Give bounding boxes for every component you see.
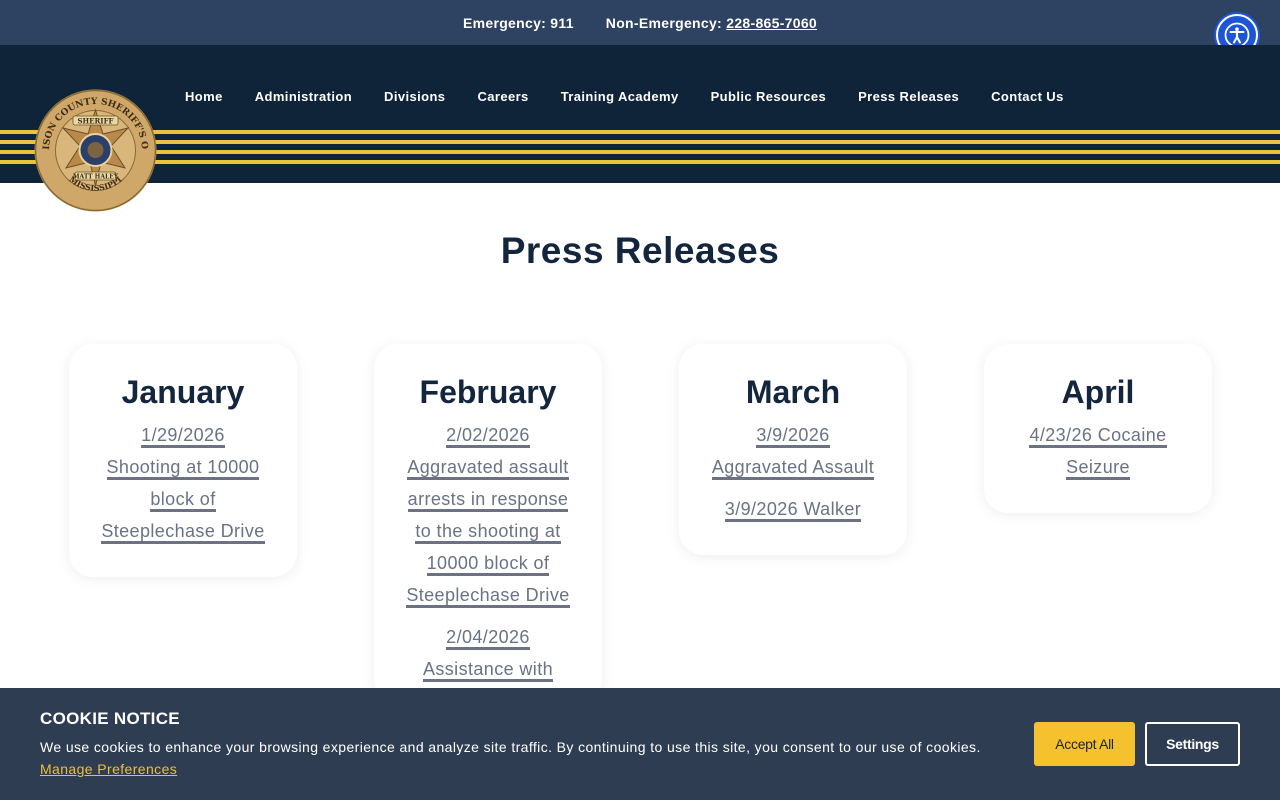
- link-text: Aggravated assault: [407, 457, 569, 480]
- press-release-link[interactable]: 3/9/2026 Aggravated Assault: [693, 419, 893, 483]
- badge-banner-text: SHERIFF: [77, 117, 113, 126]
- link-text: Steeplechase Drive: [101, 521, 265, 544]
- link-text: 1/29/2026: [141, 425, 225, 448]
- link-text: Steeplechase Drive: [406, 585, 570, 608]
- link-text: to the shooting at: [415, 521, 561, 544]
- press-release-list: 4/23/26 Cocaine Seizure: [998, 419, 1198, 483]
- site-header: Home Administration Divisions Careers Tr…: [0, 45, 1280, 183]
- press-release-list: 2/02/2026 Aggravated assault arrests in …: [388, 419, 588, 685]
- link-text: Assistance with: [422, 659, 554, 682]
- press-release-link[interactable]: 4/23/26 Cocaine Seizure: [998, 419, 1198, 483]
- stripe: [0, 140, 1280, 144]
- nav-item-press-releases[interactable]: Press Releases: [858, 89, 959, 104]
- press-release-link[interactable]: 2/02/2026 Aggravated assault arrests in …: [388, 419, 588, 611]
- link-text: 2/04/2026: [446, 627, 530, 650]
- top-contact-bar: Emergency: 911 Non-Emergency: 228-865-70…: [0, 0, 1280, 45]
- page-title: Press Releases: [500, 230, 780, 271]
- month-card-february: February 2/02/2026 Aggravated assault ar…: [374, 344, 602, 704]
- press-release-list: 1/29/2026 Shooting at 10000 block of Ste…: [83, 419, 283, 547]
- emergency-number: Emergency: 911: [462, 14, 574, 31]
- sheriff-badge-logo[interactable]: HARRISON COUNTY SHERIFF'S OFFICE MISSISS…: [29, 81, 158, 213]
- press-release-link[interactable]: 2/04/2026 Assistance with: [388, 621, 588, 685]
- non-emergency-line: Non-Emergency: 228-865-7060: [606, 15, 817, 31]
- month-card-april: April 4/23/26 Cocaine Seizure: [984, 344, 1212, 513]
- badge-name-text: MATT HALEY: [73, 174, 119, 181]
- link-text: Seizure: [1066, 457, 1130, 480]
- stripe: [0, 150, 1280, 154]
- nav-item-training-academy[interactable]: Training Academy: [561, 89, 679, 104]
- nav-item-contact-us[interactable]: Contact Us: [991, 89, 1064, 104]
- link-text: 2/02/2026: [446, 425, 530, 448]
- cookie-banner: COOKIE NOTICE We use cookies to enhance …: [0, 688, 1280, 800]
- month-card-march: March 3/9/2026 Aggravated Assault 3/9/20…: [679, 344, 907, 555]
- nav-item-careers[interactable]: Careers: [477, 89, 528, 104]
- manage-preferences-link[interactable]: Manage Preferences: [40, 761, 177, 777]
- link-text: 4/23/26 Cocaine: [1029, 425, 1167, 448]
- stripe: [0, 160, 1280, 164]
- link-text: arrests in response: [407, 489, 569, 512]
- month-heading: March: [745, 374, 841, 410]
- press-release-link[interactable]: 3/9/2026 Walker: [693, 493, 893, 525]
- non-emergency-phone-link[interactable]: 228-865-7060: [726, 15, 817, 31]
- cookie-text: We use cookies to enhance your browsing …: [40, 739, 981, 755]
- header-stripes: [0, 130, 1280, 164]
- link-text: Shooting at 10000: [106, 457, 260, 480]
- sheriff-badge-icon: HARRISON COUNTY SHERIFF'S OFFICE MISSISS…: [29, 81, 157, 212]
- link-text: 3/9/2026: [756, 425, 830, 448]
- press-release-list: 3/9/2026 Aggravated Assault 3/9/2026 Wal…: [693, 419, 893, 525]
- month-heading: April: [1061, 374, 1135, 410]
- nav-item-home[interactable]: Home: [185, 89, 223, 104]
- month-heading: January: [121, 374, 245, 410]
- accept-all-button[interactable]: Accept All: [1034, 722, 1135, 766]
- link-text: block of: [150, 489, 216, 512]
- link-text: Aggravated Assault: [711, 457, 875, 480]
- stripe: [0, 130, 1280, 134]
- non-emergency-label: Non-Emergency:: [605, 14, 723, 31]
- nav-item-public-resources[interactable]: Public Resources: [711, 89, 827, 104]
- cookie-settings-button[interactable]: Settings: [1145, 722, 1240, 766]
- month-heading: February: [419, 374, 557, 410]
- link-text: 10000 block of: [426, 553, 550, 576]
- main-nav: Home Administration Divisions Careers Tr…: [185, 89, 1064, 104]
- nav-item-divisions[interactable]: Divisions: [384, 89, 445, 104]
- month-card-january: January 1/29/2026 Shooting at 10000 bloc…: [69, 344, 297, 577]
- cookie-title: COOKIE NOTICE: [40, 709, 180, 728]
- nav-item-administration[interactable]: Administration: [255, 89, 352, 104]
- link-text: 3/9/2026 Walker: [724, 499, 862, 522]
- press-release-link[interactable]: 1/29/2026 Shooting at 10000 block of Ste…: [83, 419, 283, 547]
